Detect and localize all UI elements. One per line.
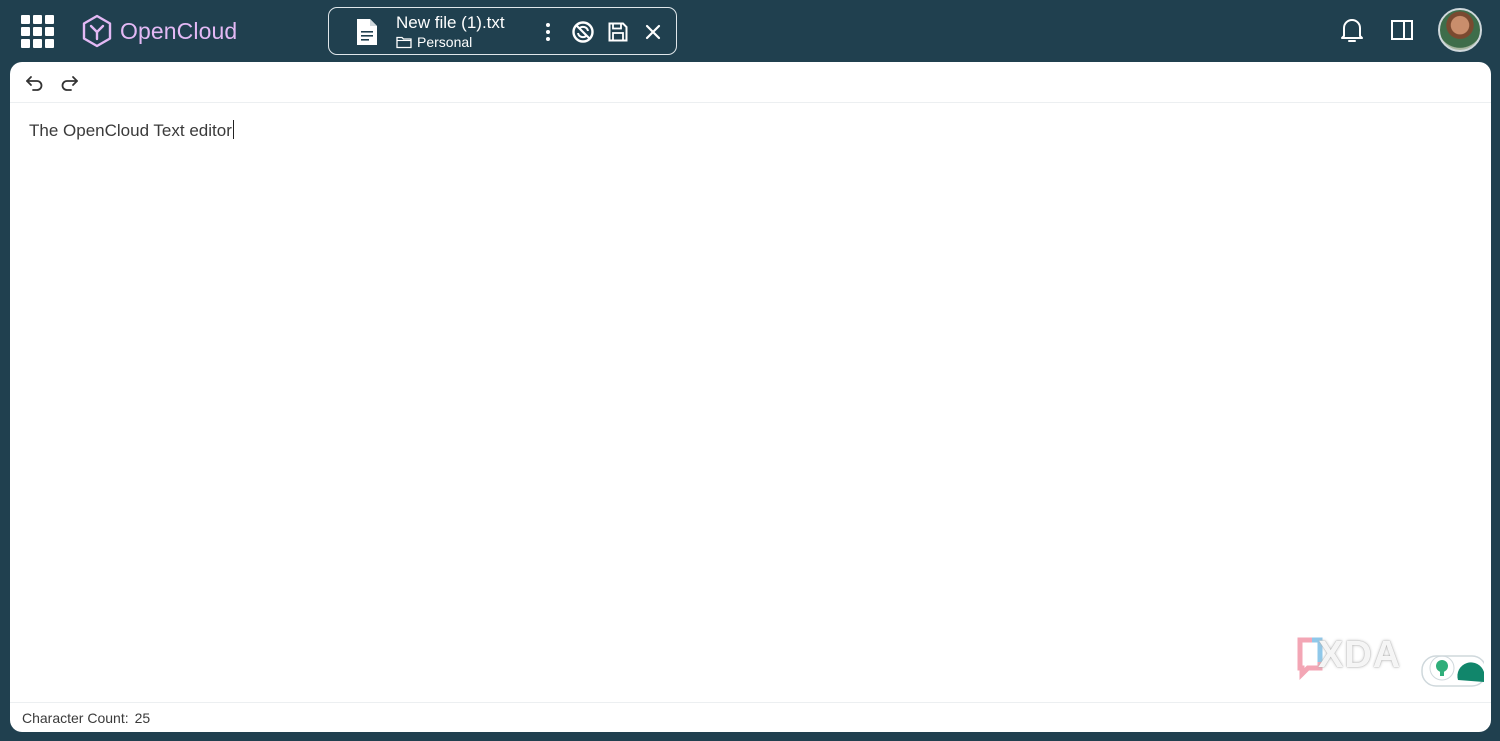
redo-icon xyxy=(61,76,78,91)
bell-icon xyxy=(1341,19,1363,42)
character-count: Character Count: 25 xyxy=(22,710,156,726)
text-editor-content[interactable]: The OpenCloud Text editor xyxy=(29,120,234,141)
close-file-button[interactable] xyxy=(641,20,665,44)
top-bar: OpenCloud New file (1).txt Personal xyxy=(0,0,1500,62)
xda-watermark-text: XDA xyxy=(1318,634,1402,676)
editor-toolbar xyxy=(10,62,1491,103)
close-icon xyxy=(645,24,661,40)
sidebar-panel-icon xyxy=(1391,20,1413,40)
opencloud-logo-icon xyxy=(82,14,112,48)
character-count-label: Character Count: xyxy=(22,710,129,726)
save-button[interactable] xyxy=(606,20,630,44)
xda-watermark: XDA xyxy=(1294,632,1484,692)
editor-text: The OpenCloud Text editor xyxy=(29,121,232,140)
app-grid-icon xyxy=(21,15,30,24)
toggle-sidebar-button[interactable] xyxy=(1388,15,1416,45)
autosave-toggle-button[interactable] xyxy=(571,20,595,44)
character-count-value: 25 xyxy=(134,710,151,726)
more-actions-button[interactable] xyxy=(536,20,560,44)
redo-button[interactable] xyxy=(57,72,83,94)
file-location[interactable]: Personal xyxy=(396,34,472,50)
notifications-button[interactable] xyxy=(1338,15,1366,45)
user-avatar[interactable] xyxy=(1438,8,1482,52)
more-vertical-icon xyxy=(546,23,550,41)
folder-icon xyxy=(396,36,412,49)
status-bar: Character Count: 25 xyxy=(10,702,1491,732)
text-file-icon xyxy=(357,19,377,45)
autosave-off-icon xyxy=(572,21,594,43)
file-name: New file (1).txt xyxy=(396,13,505,32)
app-switcher-button[interactable] xyxy=(20,14,54,48)
editor-panel: The OpenCloud Text editor XDA Character … xyxy=(10,62,1491,732)
undo-icon xyxy=(26,76,43,91)
save-icon xyxy=(608,22,628,42)
undo-button[interactable] xyxy=(21,72,47,94)
text-caret xyxy=(232,120,234,139)
brand-logo[interactable]: OpenCloud xyxy=(82,13,237,49)
file-info-pill: New file (1).txt Personal xyxy=(328,7,677,55)
file-location-label: Personal xyxy=(417,34,473,50)
brand-name: OpenCloud xyxy=(120,17,238,44)
